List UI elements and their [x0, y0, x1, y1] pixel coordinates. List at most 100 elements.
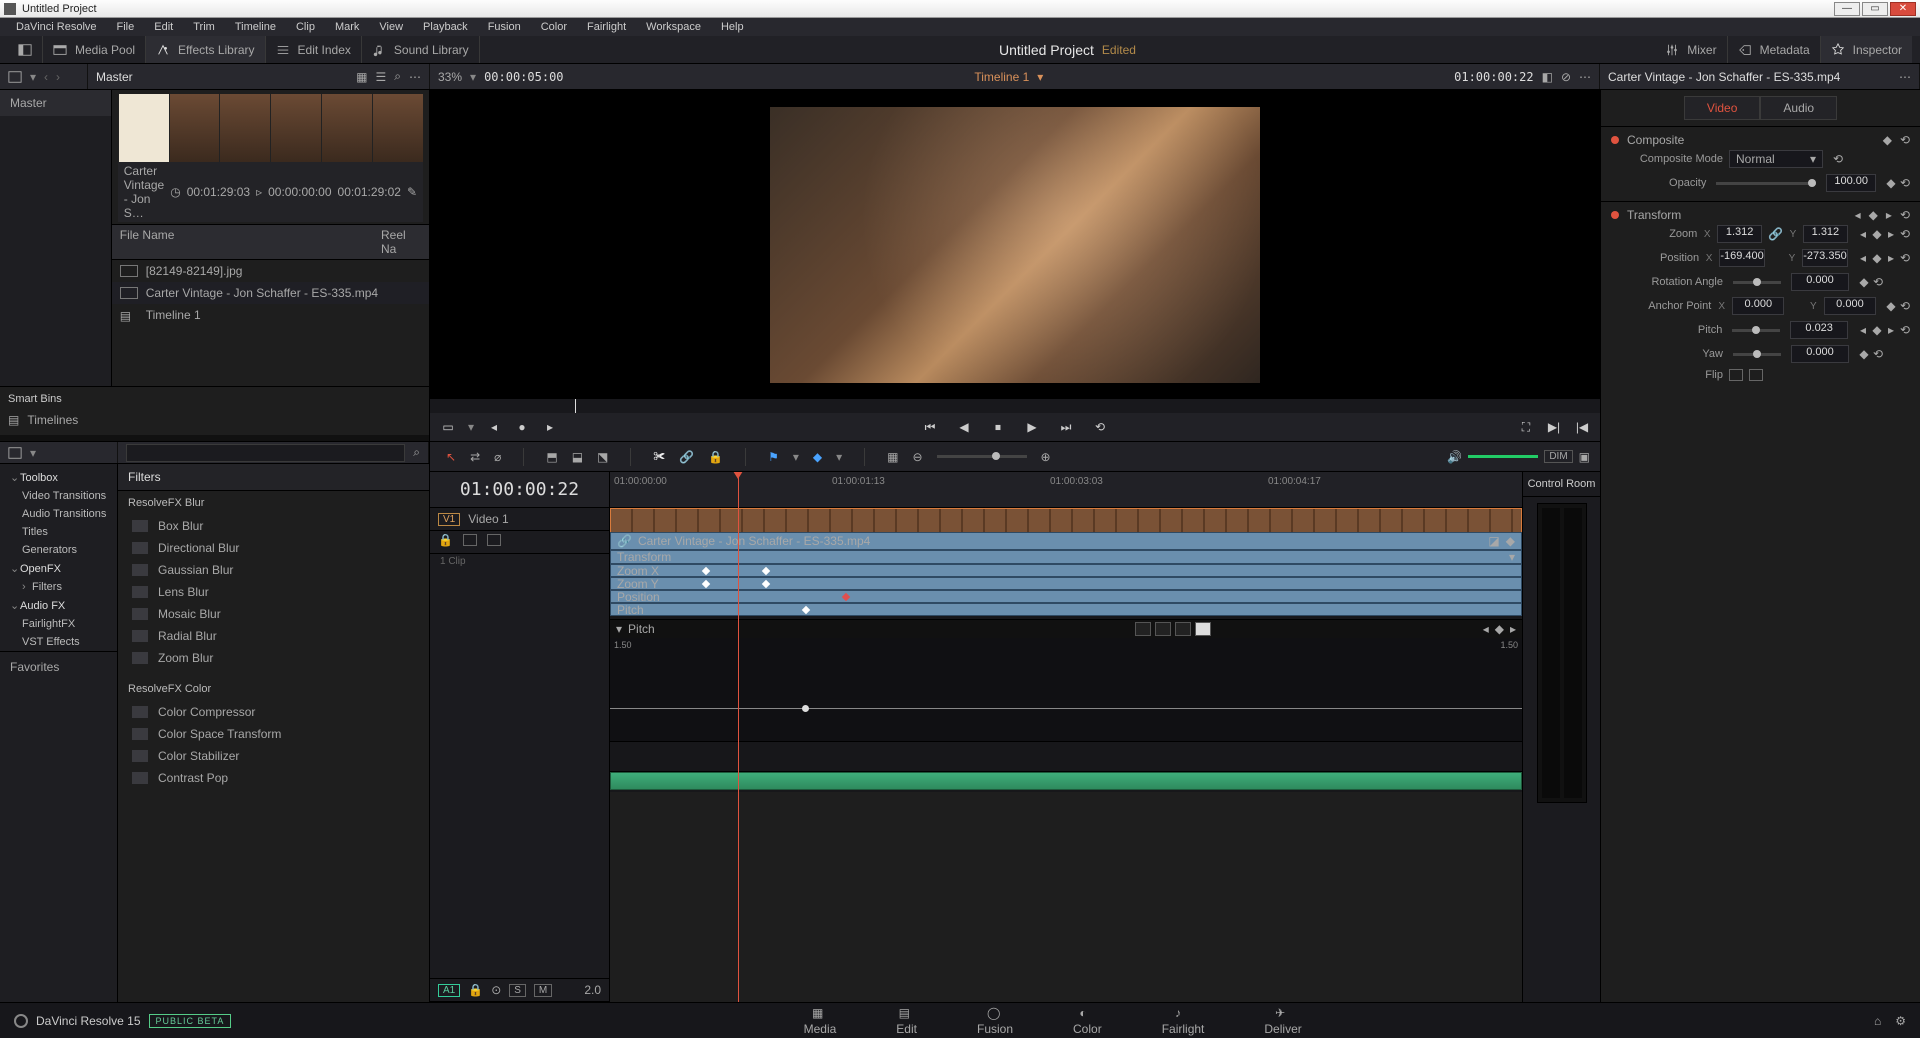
- menu-trim[interactable]: Trim: [183, 19, 225, 35]
- fx-node[interactable]: Titles: [0, 523, 117, 541]
- h-scrollbar[interactable]: [0, 435, 429, 441]
- volume-slider[interactable]: [1468, 455, 1538, 458]
- menu-view[interactable]: View: [369, 19, 413, 35]
- link-icon[interactable]: 🔗: [1768, 227, 1783, 241]
- chevron-down-icon[interactable]: ▾: [30, 70, 36, 84]
- home-icon[interactable]: ⌂: [1874, 1014, 1881, 1028]
- fx-node[interactable]: Audio Transitions: [0, 505, 117, 523]
- keyframe-icon[interactable]: ◆: [1869, 208, 1878, 222]
- menu-help[interactable]: Help: [711, 19, 754, 35]
- fx-node[interactable]: FairlightFX: [0, 615, 117, 633]
- fx-node[interactable]: VST Effects: [0, 633, 117, 651]
- zoom-y-value[interactable]: 1.312: [1803, 225, 1848, 243]
- prev-clip-icon[interactable]: |◀: [1574, 419, 1590, 435]
- clip-thumbnail-strip[interactable]: [118, 94, 423, 162]
- keyframe-icon[interactable]: ◆: [1883, 133, 1892, 147]
- list-view-icon[interactable]: ☰: [376, 70, 387, 84]
- kf-row-position[interactable]: Position: [610, 590, 1522, 603]
- next-edit-icon[interactable]: ▸: [542, 419, 558, 435]
- curve-prev-kf-icon[interactable]: ◂: [1483, 622, 1489, 636]
- fx-item[interactable]: Color Stabilizer: [118, 745, 429, 767]
- curve-editor[interactable]: 1.50 1.50: [610, 638, 1522, 742]
- timeline-clip[interactable]: 🔗 Carter Vintage - Jon Schaffer - ES-335…: [610, 508, 1522, 616]
- track-enable-icon[interactable]: ⊙: [491, 983, 501, 997]
- reset-icon[interactable]: ⟲: [1833, 152, 1843, 166]
- match-frame-icon[interactable]: ▭: [440, 419, 456, 435]
- kf-row-zoomy[interactable]: Zoom Y: [610, 577, 1522, 590]
- flip-v-icon[interactable]: [1749, 369, 1763, 381]
- fx-item[interactable]: Color Space Transform: [118, 723, 429, 745]
- fx-search-input[interactable]: [126, 444, 405, 462]
- go-end-icon[interactable]: ⏭: [1058, 419, 1074, 435]
- audio-track[interactable]: [610, 772, 1522, 792]
- rotation-value[interactable]: 0.000: [1791, 273, 1849, 291]
- yaw-value[interactable]: 0.000: [1791, 345, 1849, 363]
- viewer-tc-right[interactable]: 01:00:00:22: [1454, 70, 1533, 84]
- menu-file[interactable]: File: [107, 19, 145, 35]
- media-pool-toggle[interactable]: Media Pool: [43, 36, 146, 63]
- kf-row-pitch[interactable]: Pitch: [610, 603, 1522, 616]
- fx-node-toolbox[interactable]: Toolbox: [0, 468, 117, 487]
- timeline-view-icon[interactable]: ▦: [887, 450, 898, 464]
- video-track[interactable]: 🔗 Carter Vintage - Jon Schaffer - ES-335…: [610, 508, 1522, 620]
- curve-keyframe[interactable]: [802, 705, 809, 712]
- menu-playback[interactable]: Playback: [413, 19, 478, 35]
- anchor-x-value[interactable]: 0.000: [1732, 297, 1784, 315]
- file-row[interactable]: [82149-82149].jpg: [112, 260, 429, 282]
- timeline-name[interactable]: Timeline 1: [974, 70, 1029, 84]
- fx-node-openfx[interactable]: OpenFX: [0, 559, 117, 578]
- composite-mode-select[interactable]: Normal▾: [1729, 150, 1823, 168]
- inspector-toggle[interactable]: Inspector: [1821, 36, 1912, 63]
- tab-audio[interactable]: Audio: [1760, 96, 1837, 120]
- a1-tag[interactable]: A1: [438, 984, 460, 997]
- mixer-toggle[interactable]: Mixer: [1655, 36, 1727, 63]
- fx-node[interactable]: Generators: [0, 541, 117, 559]
- loop-icon[interactable]: ⟲: [1092, 419, 1108, 435]
- effects-library-toggle[interactable]: Effects Library: [146, 36, 265, 63]
- inspector-options-icon[interactable]: ⋯: [1899, 70, 1911, 84]
- back-icon[interactable]: ‹: [44, 70, 48, 84]
- playhead-marker[interactable]: [575, 399, 576, 413]
- page-deliver[interactable]: ✈Deliver: [1264, 1006, 1301, 1036]
- thumb-view-icon[interactable]: ▦: [356, 70, 367, 84]
- flip-h-icon[interactable]: [1729, 369, 1743, 381]
- menu-workspace[interactable]: Workspace: [636, 19, 711, 35]
- bin-master[interactable]: Master: [0, 90, 111, 116]
- trim-tool-icon[interactable]: ⇄: [470, 450, 480, 464]
- scopes-icon[interactable]: ◧: [1542, 70, 1553, 84]
- fx-item[interactable]: Box Blur: [118, 515, 429, 537]
- menu-edit[interactable]: Edit: [144, 19, 183, 35]
- prev-edit-icon[interactable]: ◂: [486, 419, 502, 435]
- fullscreen-icon[interactable]: ⛶: [1518, 419, 1534, 435]
- v1-tag[interactable]: V1: [438, 513, 460, 526]
- speaker-icon[interactable]: 🔊: [1447, 450, 1462, 464]
- yaw-slider[interactable]: [1733, 353, 1781, 356]
- overwrite-icon[interactable]: ⬓: [572, 450, 583, 464]
- timeline-ruler[interactable]: 01:00:00:00 01:00:01:13 01:00:03:03 01:0…: [610, 472, 1522, 508]
- pitch-value[interactable]: 0.023: [1790, 321, 1848, 339]
- menu-davinci[interactable]: DaVinci Resolve: [6, 19, 107, 35]
- viewer-canvas[interactable]: [430, 90, 1600, 399]
- zoom-slider[interactable]: [937, 455, 1027, 458]
- favorites-section[interactable]: Favorites: [0, 651, 117, 682]
- search-icon[interactable]: ⌕: [394, 69, 401, 84]
- keyframe-toggle-icon[interactable]: ◆: [1506, 534, 1515, 548]
- solo-button[interactable]: S: [509, 984, 526, 997]
- menu-color[interactable]: Color: [531, 19, 577, 35]
- menu-mark[interactable]: Mark: [325, 19, 369, 35]
- fwd-icon[interactable]: ›: [56, 70, 60, 84]
- mark-icon[interactable]: ●: [514, 419, 530, 435]
- viewer-timecode[interactable]: 00:00:05:00: [484, 70, 563, 84]
- prev-kf-icon[interactable]: ◂: [1855, 208, 1861, 222]
- page-edit[interactable]: ▤Edit: [896, 1006, 917, 1036]
- page-media[interactable]: ▦Media: [804, 1006, 837, 1036]
- flag-icon[interactable]: ⚑: [768, 450, 779, 464]
- minimize-button[interactable]: —: [1834, 2, 1860, 16]
- menu-fairlight[interactable]: Fairlight: [577, 19, 636, 35]
- position-y-value[interactable]: -273.350: [1802, 249, 1848, 267]
- selection-tool-icon[interactable]: ↖: [446, 450, 456, 464]
- search-icon[interactable]: ⌕: [413, 445, 420, 460]
- video-track-header[interactable]: V1 Video 1: [430, 508, 609, 531]
- position-x-value[interactable]: -169.400: [1719, 249, 1765, 267]
- curve-tool[interactable]: [1155, 622, 1171, 636]
